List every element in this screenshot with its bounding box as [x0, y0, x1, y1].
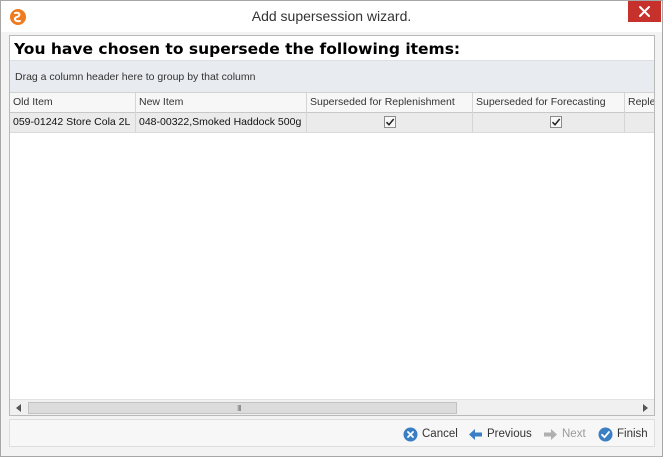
- next-button[interactable]: Next: [543, 425, 586, 443]
- new-item-cell[interactable]: 048-00322,Smoked Haddock 500g: [136, 113, 307, 132]
- scroll-right-icon[interactable]: [640, 403, 650, 413]
- previous-button[interactable]: Previous: [468, 425, 532, 443]
- group-by-hint: Drag a column header here to group by th…: [15, 71, 256, 83]
- previous-label: Previous: [487, 428, 532, 440]
- cancel-circle-icon: [403, 427, 418, 441]
- scrollbar-grip: III: [237, 404, 242, 413]
- window-title: Add supersession wizard.: [251, 8, 412, 24]
- close-button[interactable]: [628, 1, 661, 22]
- replenishment-partial-cell[interactable]: [625, 113, 654, 132]
- superseded-forecasting-cell[interactable]: [473, 113, 625, 132]
- wizard-footer: Cancel Previous Next Finish: [9, 419, 655, 447]
- finish-label: Finish: [617, 428, 648, 440]
- finish-button[interactable]: Finish: [598, 425, 648, 443]
- checkmark-icon: [385, 118, 395, 126]
- close-icon: [639, 6, 650, 17]
- column-header-superseded-replenishment[interactable]: Superseded for Replenishment: [307, 93, 473, 113]
- scrollbar-thumb[interactable]: III: [28, 402, 457, 414]
- checkmark-icon: [551, 118, 561, 126]
- superseded-replenishment-checkbox[interactable]: [384, 116, 396, 128]
- horizontal-scrollbar[interactable]: III: [10, 399, 654, 415]
- grid-header-row: Old Item New Item Superseded for Repleni…: [10, 92, 654, 113]
- superseded-forecasting-checkbox[interactable]: [550, 116, 562, 128]
- next-label: Next: [562, 428, 586, 440]
- page-heading: You have chosen to supersede the followi…: [14, 40, 461, 58]
- check-circle-icon: [598, 427, 613, 441]
- table-row[interactable]: 059-01242 Store Cola 2L 048-00322,Smoked…: [10, 113, 654, 133]
- title-bar: Add supersession wizard.: [1, 1, 662, 32]
- wizard-window: Add supersession wizard. You have chosen…: [0, 0, 663, 457]
- column-header-new-item[interactable]: New Item: [136, 93, 307, 113]
- old-item-cell[interactable]: 059-01242 Store Cola 2L: [10, 113, 136, 132]
- superseded-replenishment-cell[interactable]: [307, 113, 473, 132]
- items-grid[interactable]: Old Item New Item Superseded for Repleni…: [10, 92, 654, 399]
- scroll-left-icon[interactable]: [14, 403, 24, 413]
- column-header-replenishment-partial[interactable]: Reple: [625, 93, 654, 113]
- arrow-left-icon: [469, 428, 482, 440]
- cancel-button[interactable]: Cancel: [403, 425, 458, 443]
- arrow-right-icon: [544, 428, 557, 440]
- cancel-label: Cancel: [422, 428, 458, 440]
- group-by-panel[interactable]: Drag a column header here to group by th…: [10, 60, 654, 92]
- wizard-content: You have chosen to supersede the followi…: [9, 35, 655, 416]
- column-header-old-item[interactable]: Old Item: [10, 93, 136, 113]
- column-header-superseded-forecasting[interactable]: Superseded for Forecasting: [473, 93, 625, 113]
